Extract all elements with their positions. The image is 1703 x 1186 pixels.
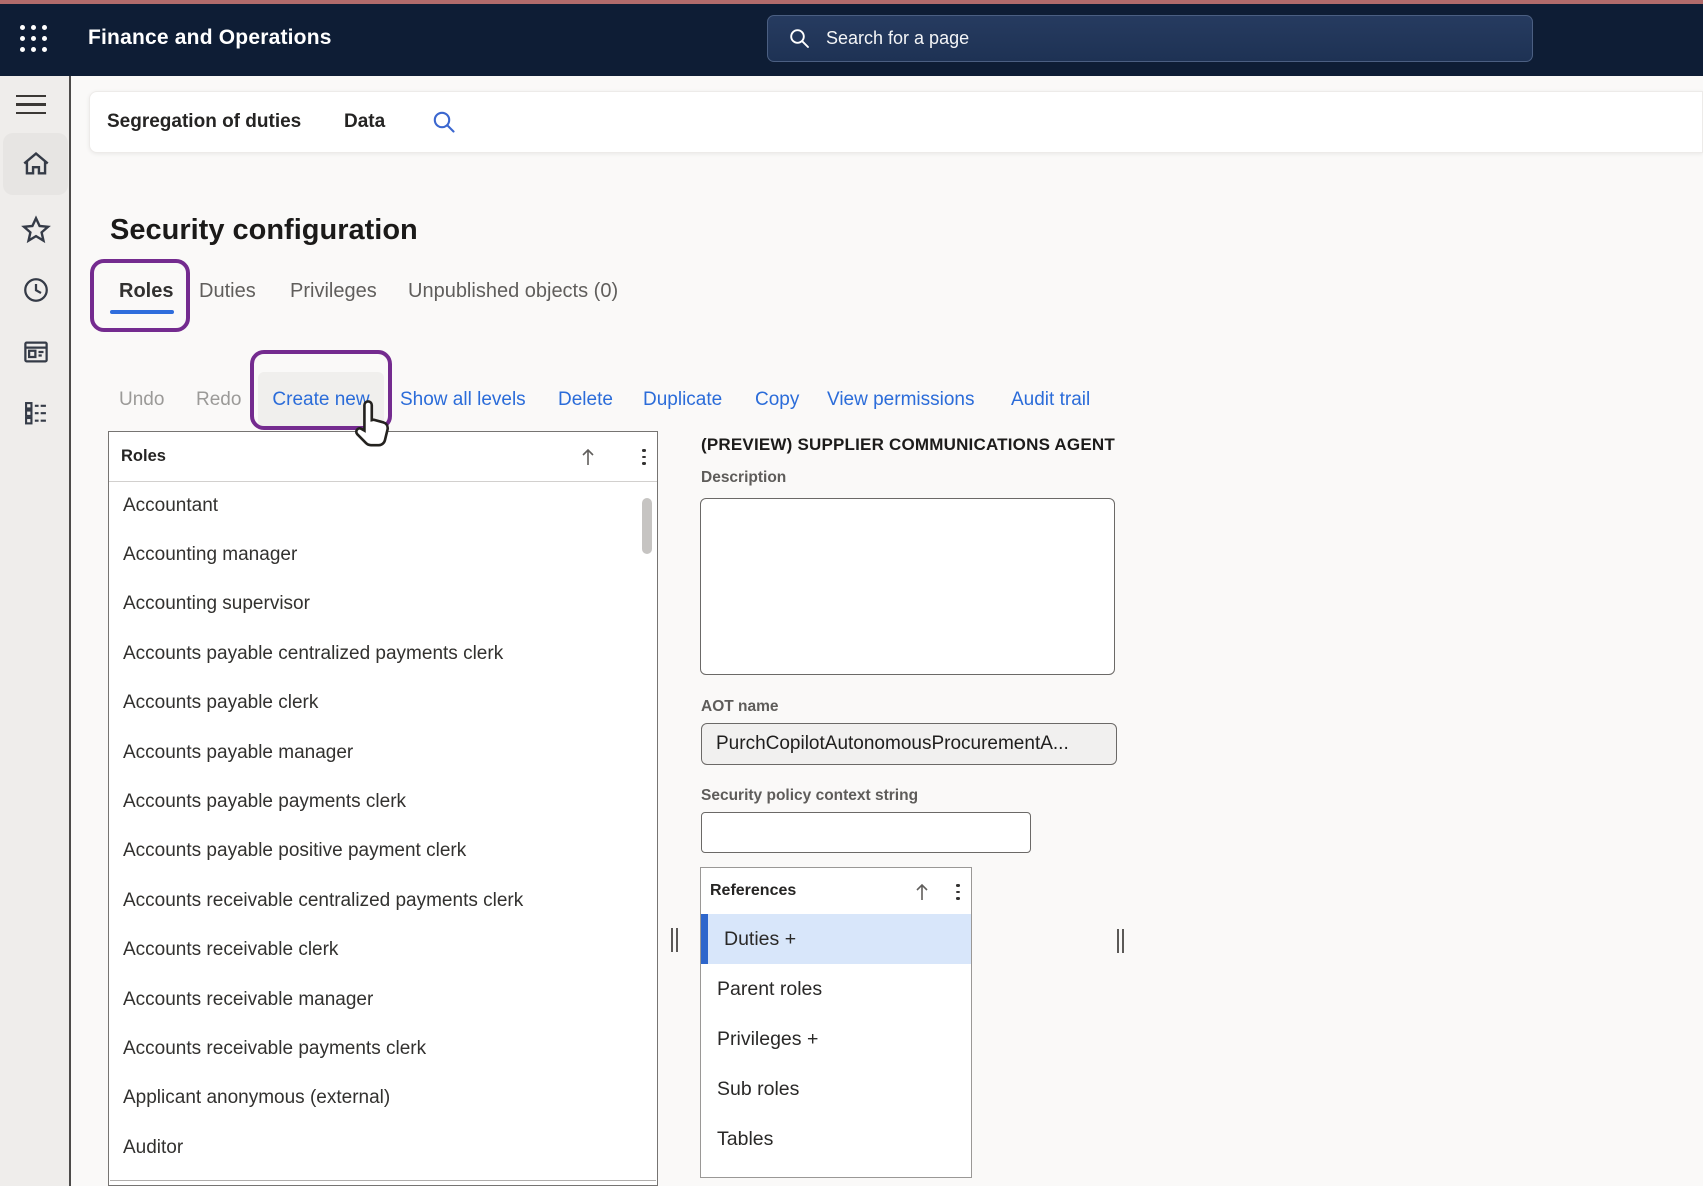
toolbar-button-copy[interactable]: Copy — [755, 385, 799, 415]
role-list-item[interactable]: Accounts payable positive payment clerk — [110, 827, 640, 876]
reference-list-item[interactable]: Tables — [701, 1114, 971, 1164]
roles-scrollbar-thumb[interactable] — [642, 498, 652, 554]
references-more-options-icon[interactable] — [951, 882, 965, 902]
splitter-gripper-right[interactable] — [1116, 929, 1128, 953]
splitter-gripper-left[interactable] — [670, 928, 682, 952]
toolbar-button-undo: Undo — [119, 385, 164, 415]
toolbar-button-view-permissions[interactable]: View permissions — [827, 385, 974, 415]
roles-tab-annotation — [90, 259, 190, 332]
clock-icon — [21, 275, 51, 305]
reference-list-item[interactable]: Privileges + — [701, 1014, 971, 1064]
home-icon — [20, 148, 52, 180]
sidebar-item-workspaces[interactable] — [3, 321, 68, 383]
cursor-hand-icon — [352, 398, 394, 450]
sidebar-item-modules[interactable] — [3, 382, 68, 444]
page-title: Security configuration — [110, 214, 418, 247]
breadcrumb — [89, 91, 1703, 153]
references-panel: References Duties +Parent rolesPrivilege… — [700, 867, 972, 1178]
roles-panel-bottom-divider — [110, 1180, 656, 1181]
role-list-item[interactable]: Auditor — [110, 1123, 640, 1172]
role-list-item[interactable]: Accountant — [110, 481, 640, 530]
reference-list-item[interactable]: Parent roles — [701, 964, 971, 1014]
breadcrumb-item-segregation-of-duties[interactable]: Segregation of duties — [107, 91, 301, 153]
description-field[interactable] — [700, 498, 1115, 675]
roles-panel: Roles AccountantAccounting managerAccoun… — [108, 431, 658, 1186]
role-list-item[interactable]: Accounts payable centralized payments cl… — [110, 629, 640, 678]
toolbar-button-delete[interactable]: Delete — [558, 385, 613, 415]
tab-duties[interactable]: Duties — [199, 278, 256, 304]
aot-name-label: AOT name — [701, 698, 779, 716]
global-search-input[interactable] — [824, 27, 1532, 50]
security-policy-label: Security policy context string — [701, 787, 918, 805]
toolbar-button-redo: Redo — [196, 385, 241, 415]
role-list-item[interactable]: Accounts receivable payments clerk — [110, 1024, 640, 1073]
role-list-item[interactable]: Accounts receivable clerk — [110, 926, 640, 975]
tab-privileges[interactable]: Privileges — [290, 278, 377, 304]
references-sort-ascending-icon[interactable] — [913, 881, 931, 903]
role-list-item[interactable]: Accounting manager — [110, 530, 640, 579]
toolbar-button-audit-trail[interactable]: Audit trail — [1011, 385, 1090, 415]
star-icon — [20, 214, 52, 246]
sort-ascending-icon[interactable] — [579, 446, 597, 468]
security-policy-field[interactable] — [701, 812, 1031, 853]
reference-list-item[interactable]: Sub roles — [701, 1064, 971, 1114]
detail-title: (PREVIEW) SUPPLIER COMMUNICATIONS AGENT — [701, 435, 1115, 455]
description-label: Description — [701, 469, 786, 487]
window-icon — [21, 337, 51, 367]
sidebar-item-favorites[interactable] — [3, 199, 68, 261]
sidebar-item-recent[interactable] — [3, 259, 68, 321]
role-list-item[interactable]: Accounts receivable centralized payments… — [110, 876, 640, 925]
references-panel-title: References — [710, 882, 796, 900]
app-launcher-icon[interactable] — [20, 25, 47, 52]
roles-panel-title: Roles — [121, 447, 166, 466]
app-title: Finance and Operations — [88, 0, 332, 76]
toolbar-button-duplicate[interactable]: Duplicate — [643, 385, 722, 415]
sidebar-item-home[interactable] — [3, 133, 68, 195]
role-list-item[interactable]: Accounts receivable manager — [110, 975, 640, 1024]
role-list-item[interactable]: Accounts payable payments clerk — [110, 777, 640, 826]
role-list-item[interactable]: Applicant anonymous (external) — [110, 1074, 640, 1123]
role-list-item[interactable]: Accounts payable manager — [110, 728, 640, 777]
roles-more-options-icon[interactable] — [637, 447, 651, 467]
tab-unpublished-objects-0-[interactable]: Unpublished objects (0) — [408, 278, 618, 304]
global-search-box[interactable] — [767, 15, 1533, 62]
role-list-item[interactable]: Accounting supervisor — [110, 580, 640, 629]
reference-list-item[interactable]: Duties + — [701, 914, 971, 964]
toolbar-button-show-all-levels[interactable]: Show all levels — [400, 385, 526, 415]
breadcrumb-item-data[interactable]: Data — [344, 91, 385, 153]
aot-name-field[interactable] — [701, 723, 1117, 765]
checklist-icon — [22, 399, 50, 427]
role-list-item[interactable]: Accounts payable clerk — [110, 679, 640, 728]
menu-icon[interactable] — [16, 95, 46, 114]
search-icon — [788, 27, 811, 50]
page-search-icon[interactable] — [431, 109, 457, 135]
